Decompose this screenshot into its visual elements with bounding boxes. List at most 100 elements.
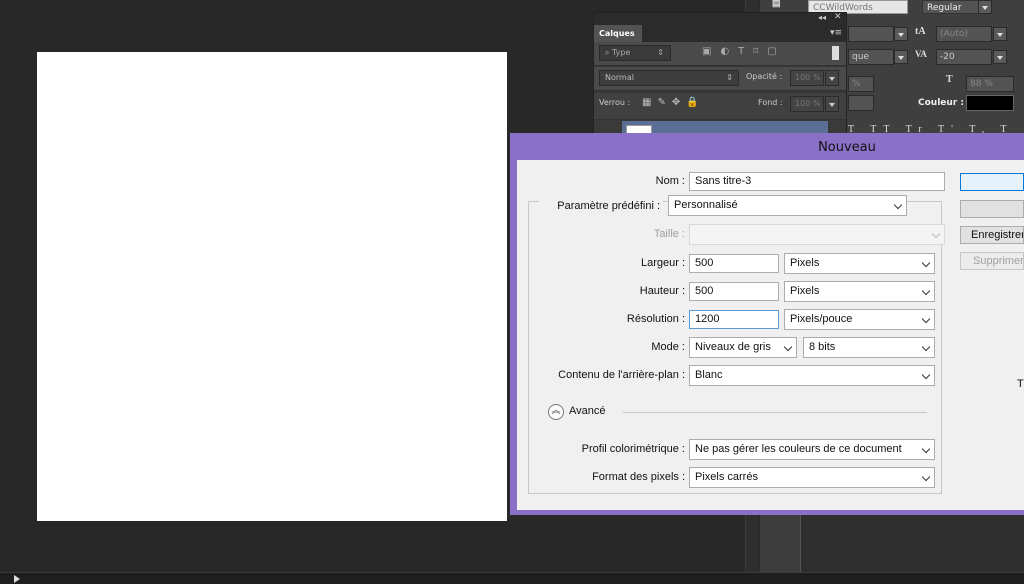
filter-kind-select[interactable]: ⌕ Type ⇕	[599, 45, 671, 61]
size-label: Taille :	[653, 228, 685, 240]
height-input[interactable]: 500	[689, 282, 779, 301]
bit-depth-value: 8 bits	[809, 341, 836, 353]
close-icon[interactable]: ✕	[834, 12, 842, 22]
name-label: Nom :	[655, 175, 685, 187]
resolution-input[interactable]: 1200	[689, 310, 779, 329]
color-profile-select[interactable]: Ne pas gérer les couleurs de ce document	[689, 439, 935, 460]
font-size-dropdown-arrow[interactable]	[894, 27, 908, 41]
advanced-label: Avancé	[569, 405, 606, 417]
dialog-body: Nom : Sans titre-3 Paramètre prédéfini :…	[517, 160, 1024, 510]
text-color-swatch[interactable]	[966, 95, 1014, 111]
name-input[interactable]: Sans titre-3	[689, 172, 945, 191]
height-label: Hauteur :	[639, 285, 685, 297]
collapse-icon[interactable]: ◂◂	[818, 13, 826, 22]
layers-blend-row: Normal ⇕ Opacité : 100 %	[594, 67, 846, 91]
size-select	[689, 224, 945, 245]
opacity-field[interactable]: 100 %	[790, 70, 824, 86]
font-size-field[interactable]	[848, 26, 894, 42]
kerning-dropdown-arrow[interactable]	[894, 50, 908, 64]
mode-select[interactable]: Niveaux de gris	[689, 337, 797, 358]
panel-menu-icon[interactable]: ▾≡	[830, 28, 842, 38]
preset-select[interactable]: Personnalisé	[668, 195, 907, 216]
image-size-label: T	[1017, 378, 1024, 390]
dialog-title: Nouveau	[818, 140, 876, 155]
height-unit-value: Pixels	[790, 285, 820, 297]
width-unit-select[interactable]: Pixels	[784, 253, 935, 274]
photoshop-workspace: ▤ CCWildWords Regular tA (Auto) que VA -…	[0, 0, 1024, 584]
layers-filter-row: ⌕ Type ⇕ ▣◐T⌑▢	[594, 42, 846, 66]
kerning-field[interactable]: que	[848, 49, 894, 65]
color-profile-label: Profil colorimétrique :	[581, 443, 685, 455]
horizontal-scale-field[interactable]: 88 %	[966, 76, 1014, 92]
background-value: Blanc	[695, 369, 723, 381]
leading-icon: tA	[915, 26, 926, 37]
tab-layers[interactable]: Calques	[594, 25, 642, 42]
ok-button[interactable]	[960, 173, 1024, 191]
leading-field[interactable]: (Auto)	[936, 26, 992, 42]
opacity-dropdown-arrow[interactable]	[825, 70, 839, 86]
tracking-dropdown-arrow[interactable]	[993, 50, 1007, 64]
blend-mode-select[interactable]: Normal ⇕	[599, 70, 739, 86]
leading-dropdown-arrow[interactable]	[993, 27, 1007, 41]
layer-filter-icons[interactable]: ▣◐T⌑▢	[702, 46, 786, 57]
vertical-scale-field[interactable]: %	[848, 76, 874, 92]
resolution-label: Résolution :	[626, 313, 685, 325]
advanced-separator	[623, 412, 927, 413]
width-label: Largeur :	[640, 257, 685, 269]
preset-label: Paramètre prédéfini :	[539, 200, 663, 212]
fill-label: Fond :	[758, 98, 783, 107]
fill-field[interactable]: 100 %	[790, 96, 824, 112]
lock-icons[interactable]: ▦✎✥🔒	[642, 97, 705, 108]
color-profile-value: Ne pas gérer les couleurs de ce document	[695, 443, 902, 455]
status-bar	[0, 572, 1024, 584]
new-document-dialog: Nouveau Nom : Sans titre-3 Paramètre pré…	[510, 133, 1024, 515]
resolution-unit-value: Pixels/pouce	[790, 313, 853, 325]
height-unit-select[interactable]: Pixels	[784, 281, 935, 302]
layers-panel: ◂◂ ✕ Calques ▾≡ ⌕ Type ⇕ ▣◐T⌑▢ Normal ⇕ O…	[593, 12, 847, 140]
opacity-label: Opacité :	[746, 72, 783, 81]
document-canvas[interactable]	[37, 52, 507, 521]
baseline-shift-field[interactable]	[848, 95, 874, 111]
chevron-down-icon	[921, 258, 931, 268]
collapse-advanced-icon[interactable]: ︽	[548, 404, 564, 420]
chevron-down-icon	[921, 444, 931, 454]
layers-lock-row: Verrou : ▦✎✥🔒 Fond : 100 %	[594, 93, 846, 120]
stepper-icon: ⇕	[657, 48, 664, 57]
width-unit-value: Pixels	[790, 257, 820, 269]
blend-mode-value: Normal	[605, 73, 634, 82]
width-input[interactable]: 500	[689, 254, 779, 273]
save-preset-button[interactable]: Enregistrer	[960, 226, 1024, 244]
delete-preset-button: Supprimer	[960, 252, 1024, 270]
cancel-button[interactable]	[960, 200, 1024, 218]
lock-label: Verrou :	[599, 98, 631, 107]
tracking-icon: VA	[915, 49, 927, 59]
stepper-icon: ⇕	[726, 73, 733, 82]
pixel-aspect-select[interactable]: Pixels carrés	[689, 467, 935, 488]
background-label: Contenu de l'arrière-plan :	[558, 369, 685, 381]
chevron-down-icon	[921, 370, 931, 380]
tracking-field[interactable]: -20	[936, 49, 992, 65]
chevron-down-icon	[931, 229, 941, 239]
background-select[interactable]: Blanc	[689, 365, 935, 386]
fill-dropdown-arrow[interactable]	[825, 96, 839, 112]
chevron-down-icon	[921, 472, 931, 482]
filter-toggle[interactable]	[832, 46, 839, 60]
chevron-down-icon	[893, 200, 903, 210]
chevron-down-icon	[783, 342, 793, 352]
panel-icon[interactable]: ▤	[772, 0, 781, 9]
layers-panel-header: ◂◂ ✕	[594, 12, 846, 25]
chevron-down-icon	[921, 314, 931, 324]
font-style-dropdown-arrow[interactable]	[978, 0, 992, 14]
bit-depth-select[interactable]: 8 bits	[803, 337, 935, 358]
chevron-down-icon	[921, 286, 931, 296]
preset-value: Personnalisé	[674, 199, 738, 211]
horizontal-scale-icon: T	[946, 74, 953, 85]
right-lower-panel	[800, 514, 1024, 572]
resolution-unit-select[interactable]: Pixels/pouce	[784, 309, 935, 330]
pixel-aspect-value: Pixels carrés	[695, 471, 758, 483]
pixel-aspect-label: Format des pixels :	[592, 471, 685, 483]
chevron-down-icon	[921, 342, 931, 352]
play-arrow-icon[interactable]	[14, 575, 20, 583]
mode-value: Niveaux de gris	[695, 341, 771, 353]
color-label: Couleur :	[918, 98, 964, 108]
